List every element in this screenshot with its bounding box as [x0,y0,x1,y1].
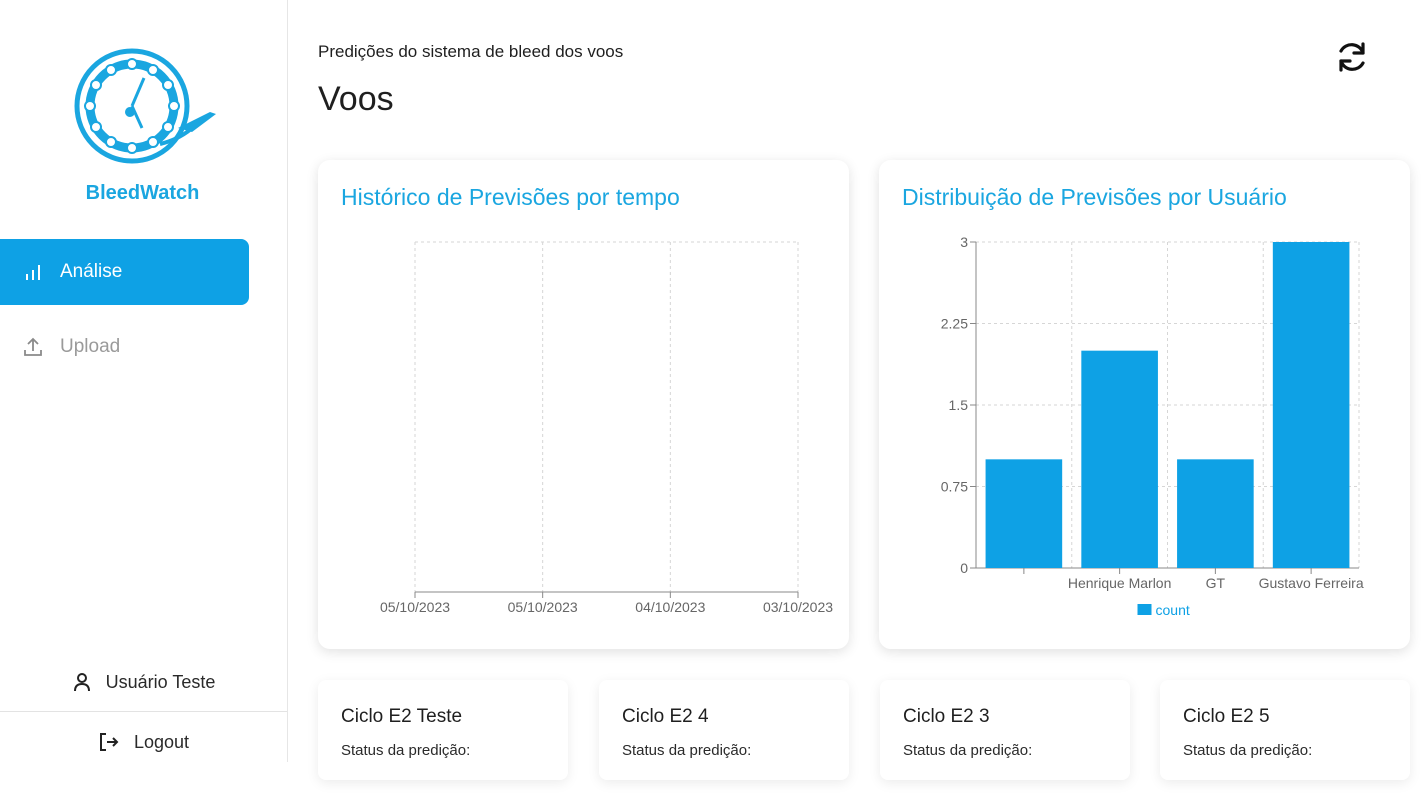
card-title: Ciclo E2 5 [1183,706,1270,727]
card-status: Status da predição: [341,742,471,759]
prediction-card[interactable]: Ciclo E2 Teste Status da predição: [318,680,568,780]
x-tick-label: 03/10/2023 [763,599,833,615]
user-name: Usuário Teste [105,671,216,692]
card-status: Status da predição: [903,742,1033,759]
page-title: Voos [318,80,394,118]
prediction-card[interactable]: Ciclo E2 5 Status da predição: [1160,680,1410,780]
history-chart-card: Histórico de Previsões por tempo 05/10/2… [318,160,849,649]
brand-name: BleedWatch [85,182,200,204]
y-tick-label: 1.5 [949,397,969,413]
x-tick-label: Henrique Marlon [1068,575,1172,591]
page-subtitle: Predições do sistema de bleed dos voos [318,42,624,61]
legend-swatch [1137,604,1152,615]
bar [1177,459,1254,568]
y-tick-label: 3 [960,234,968,250]
prediction-card[interactable]: Ciclo E2 3 Status da predição: [880,680,1130,780]
bar [985,459,1063,568]
user-profile[interactable]: Usuário Teste [0,664,287,700]
legend-label: count [1156,602,1190,618]
bar [1081,350,1158,568]
nav-item-analise[interactable]: Análise [0,239,249,305]
card-status: Status da predição: [1183,742,1313,759]
user-icon [72,671,92,693]
upload-icon [22,336,44,358]
user-distribution-chart: 0 0.75 1.5 2.25 3 Henrique Marlon GT Gustavo Fe… [941,234,1364,618]
card-title: Ciclo E2 Teste [341,706,463,727]
sidebar: BleedWatch Análise Upload Usuário Teste … [0,0,288,762]
x-tick-label: 05/10/2023 [380,599,450,615]
nav-item-label: Análise [60,261,123,282]
logout-button[interactable]: Logout [0,724,287,760]
y-tick-label: 0.75 [941,479,968,495]
logout-icon [98,731,120,753]
x-tick-label: 05/10/2023 [508,599,578,615]
y-tick-label: 0 [960,560,968,576]
refresh-button[interactable] [1333,38,1371,76]
refresh-icon [1339,42,1365,72]
bar [1272,242,1350,568]
card-title: Ciclo E2 3 [903,706,990,727]
sidebar-divider [0,711,287,712]
y-tick-label: 2.25 [941,316,968,332]
x-tick-label: Gustavo Ferreira [1259,575,1364,591]
nav-item-label: Upload [60,336,121,357]
card-status: Status da predição: [622,742,752,759]
x-tick-label: 04/10/2023 [635,599,705,615]
x-tick-label: GT [1206,575,1226,591]
history-chart: 05/10/2023 05/10/2023 04/10/2023 03/10/2023 [380,241,833,615]
prediction-card[interactable]: Ciclo E2 4 Status da predição: [599,680,849,780]
logout-label: Logout [133,731,190,752]
card-title: Ciclo E2 4 [622,706,709,727]
bleedwatch-logo [60,46,230,171]
nav-item-upload[interactable]: Upload [0,314,249,380]
user-distribution-chart-card: Distribuição de Previsões por Usuário 00… [879,160,1410,649]
bar-chart-icon [22,261,44,283]
